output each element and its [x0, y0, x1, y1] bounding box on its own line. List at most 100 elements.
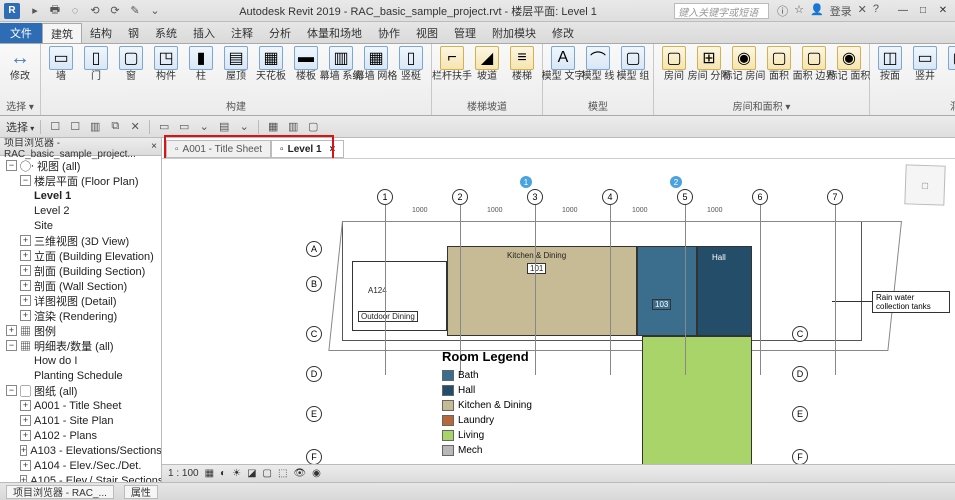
tree-item[interactable]: +A103 - Elevations/Sections	[0, 443, 161, 458]
tree-item[interactable]: +剖面 (Building Section)	[0, 263, 161, 278]
opt-icon[interactable]: ✕	[127, 119, 143, 135]
grid-bubble[interactable]: C	[306, 326, 322, 342]
tree-item[interactable]: +▦ 图例	[0, 323, 161, 338]
ribbon-tab-modify[interactable]: 修改	[544, 23, 582, 43]
info-icon[interactable]: ⓘ	[777, 3, 788, 19]
opt-icon[interactable]: ⌄	[196, 119, 212, 135]
status-tab-browser[interactable]: 项目浏览器 - RAC_...	[6, 485, 114, 499]
grid-bubble[interactable]: 6	[752, 189, 768, 205]
ribbon-tab-view[interactable]: 视图	[408, 23, 446, 43]
ribbon-button[interactable]: ▭竖井	[909, 46, 941, 82]
visual-style-icon[interactable]: ◐	[220, 468, 226, 479]
tree-item[interactable]: Level 2	[0, 203, 161, 218]
qat-dropdown-icon[interactable]: ⌄	[148, 4, 162, 18]
tree-expander-icon[interactable]: +	[20, 265, 31, 276]
tree-item[interactable]: +A105 - Elev./ Stair Sections	[0, 473, 161, 482]
shadows-icon[interactable]: ◪	[247, 468, 256, 479]
select-dropdown[interactable]: 选择	[6, 119, 34, 135]
grid-bubble[interactable]: A	[306, 241, 322, 257]
ribbon-tab-addins[interactable]: 附加模块	[484, 23, 544, 43]
tree-item[interactable]: −▦ 明细表/数量 (all)	[0, 338, 161, 353]
opt-icon[interactable]: ▭	[176, 119, 192, 135]
grid-bubble[interactable]: 3	[527, 189, 543, 205]
file-tab[interactable]: 文件	[0, 23, 42, 43]
tree-item[interactable]: −◯⸱ 视图 (all)	[0, 158, 161, 173]
crop-icon[interactable]: ▢	[263, 468, 272, 479]
opt-icon[interactable]: ▥	[285, 119, 301, 135]
tree-expander-icon[interactable]: +	[20, 400, 31, 411]
ribbon-tab-massing[interactable]: 体量和场地	[299, 23, 370, 43]
opt-icon[interactable]: ▭	[156, 119, 172, 135]
ribbon-button[interactable]: ▥幕墙 系统	[325, 46, 357, 82]
app-logo[interactable]: R	[4, 3, 20, 19]
section-marker[interactable]: 1	[520, 176, 532, 188]
tree-item[interactable]: −▢ 图纸 (all)	[0, 383, 161, 398]
tree-item[interactable]: +A101 - Site Plan	[0, 413, 161, 428]
grid-bubble[interactable]: E	[306, 406, 322, 422]
qat-print-icon[interactable]: 🖶	[48, 4, 62, 18]
ribbon-button[interactable]: ◢坡道	[471, 46, 503, 82]
ribbon-button[interactable]: ▮柱	[185, 46, 217, 82]
signin-icon[interactable]: 👤	[810, 3, 824, 19]
grid-bubble[interactable]: 7	[827, 189, 843, 205]
tree-item[interactable]: +三维视图 (3D View)	[0, 233, 161, 248]
ribbon-button[interactable]: ◉标记 面积	[833, 46, 865, 82]
ribbon-tab-structure[interactable]: 结构	[82, 23, 120, 43]
app-exchange-icon[interactable]: ✕	[858, 3, 867, 19]
tree-expander-icon[interactable]: +	[20, 415, 31, 426]
ribbon-button[interactable]: ▬楼板	[290, 46, 322, 82]
ribbon-button[interactable]: ▭墙	[45, 46, 77, 82]
tree-item[interactable]: Site	[0, 218, 161, 233]
view-cube[interactable]: ▢	[904, 164, 945, 205]
qat-redo-icon[interactable]: ⟳	[108, 4, 122, 18]
tree-item[interactable]: +渲染 (Rendering)	[0, 308, 161, 323]
ribbon-button[interactable]: ▤屋顶	[220, 46, 252, 82]
tree-item[interactable]: How do I	[0, 353, 161, 368]
ribbon-tab-architecture[interactable]: 建筑	[42, 23, 82, 43]
tree-item[interactable]: +A104 - Elev./Sec./Det.	[0, 458, 161, 473]
tree-expander-icon[interactable]: +	[20, 250, 31, 261]
project-tree[interactable]: −◯⸱ 视图 (all)−楼层平面 (Floor Plan)Level 1Lev…	[0, 156, 161, 482]
tree-item[interactable]: Planting Schedule	[0, 368, 161, 383]
opt-icon[interactable]: ☐	[67, 119, 83, 135]
opt-icon[interactable]: ▢	[305, 119, 321, 135]
scale-label[interactable]: 1 : 100	[168, 468, 199, 479]
search-input[interactable]: 键入关键字或短语	[674, 3, 769, 19]
ribbon-button[interactable]: ⌐栏杆扶手	[436, 46, 468, 82]
ribbon-button[interactable]: ▯竖梃	[395, 46, 427, 82]
tree-expander-icon[interactable]: +	[20, 460, 31, 471]
tree-item[interactable]: +详图视图 (Detail)	[0, 293, 161, 308]
ribbon-button[interactable]: ▢模型 组	[617, 46, 649, 82]
tree-item[interactable]: Level 1	[0, 188, 161, 203]
tree-expander-icon[interactable]: +	[20, 280, 31, 291]
minimize-button[interactable]: —	[895, 5, 911, 16]
ribbon-button[interactable]: ▢面积	[763, 46, 795, 82]
ribbon-tab-collaborate[interactable]: 协作	[370, 23, 408, 43]
grid-bubble[interactable]: F	[306, 449, 322, 465]
browser-close-icon[interactable]: ×	[151, 141, 157, 152]
grid-bubble[interactable]: D	[306, 366, 322, 382]
ribbon-button[interactable]: ◳构件	[150, 46, 182, 82]
tree-item[interactable]: +剖面 (Wall Section)	[0, 278, 161, 293]
grid-bubble[interactable]: F	[792, 449, 808, 465]
hide-icon[interactable]: 👁	[293, 468, 306, 479]
tree-expander-icon[interactable]: +	[20, 475, 27, 482]
ribbon-tab-insert[interactable]: 插入	[185, 23, 223, 43]
grid-bubble[interactable]: 4	[602, 189, 618, 205]
ribbon-button[interactable]: ≡楼梯	[506, 46, 538, 82]
qat-sync-icon[interactable]: ◌	[68, 4, 82, 18]
tree-expander-icon[interactable]: −	[6, 385, 17, 396]
ribbon-tab-manage[interactable]: 管理	[446, 23, 484, 43]
maximize-button[interactable]: □	[915, 5, 931, 16]
qat-measure-icon[interactable]: ✎	[128, 4, 142, 18]
crop-region-icon[interactable]: ⬚	[278, 468, 287, 479]
reveal-icon[interactable]: ◉	[312, 468, 321, 479]
grid-bubble[interactable]: D	[792, 366, 808, 382]
ribbon-button[interactable]: ◫按面	[874, 46, 906, 82]
tree-expander-icon[interactable]: −	[6, 340, 17, 351]
ribbon-button[interactable]: ⊞房间 分隔	[693, 46, 725, 82]
grid-bubble[interactable]: C	[792, 326, 808, 342]
status-tab-properties[interactable]: 属性	[124, 485, 158, 499]
tree-expander-icon[interactable]: +	[20, 445, 27, 456]
tree-expander-icon[interactable]: +	[20, 295, 31, 306]
